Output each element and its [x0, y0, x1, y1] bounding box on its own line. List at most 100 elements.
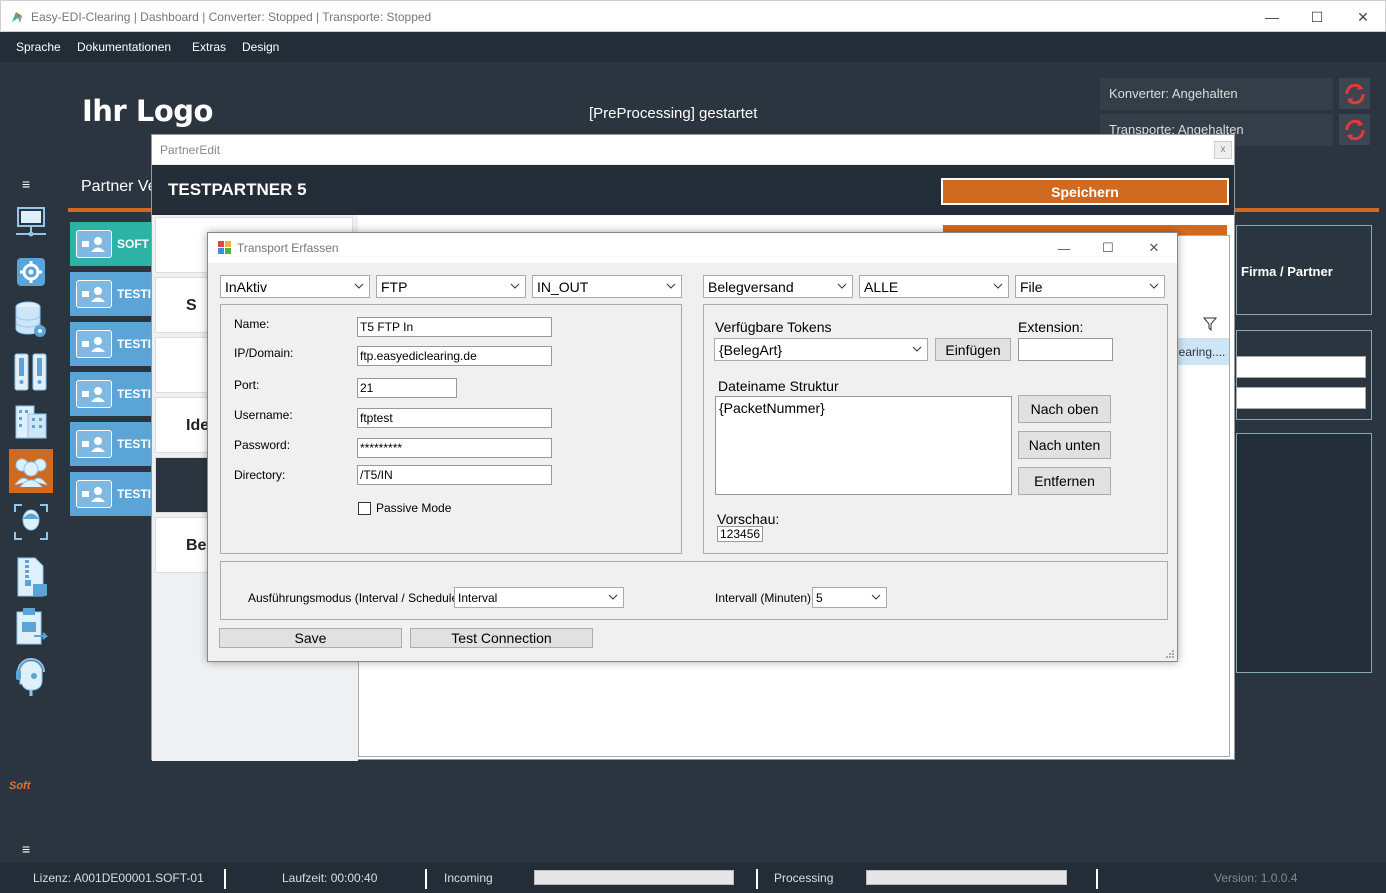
filename-structure-list[interactable]: {PacketNummer}: [715, 396, 1012, 495]
right-input-2[interactable]: [1236, 387, 1366, 409]
status-separator: [425, 869, 427, 889]
monitor-network-icon[interactable]: [9, 200, 53, 244]
connection-groupbox: Name: T5 FTP In IP/Domain: ftp.easyedicl…: [220, 304, 682, 554]
company-partner-label: Firma / Partner: [1241, 264, 1333, 279]
speichern-button[interactable]: Speichern: [941, 178, 1229, 205]
sidebar-toggle-icon[interactable]: ≡: [22, 176, 30, 192]
partner-list-item[interactable]: TESTI: [70, 472, 154, 516]
port-label: Port:: [234, 378, 260, 392]
transport-dialog-titlebar: Transport Erfassen — ☐ ✕: [208, 233, 1177, 263]
mode-select[interactable]: Interval: [454, 587, 624, 608]
doc-type-select-value: Belegversand: [708, 279, 794, 295]
close-button[interactable]: ✕: [1340, 1, 1386, 33]
transport-erfassen-dialog: Transport Erfassen — ☐ ✕ InAktiv FTP IN_…: [207, 232, 1178, 662]
partner-list-item[interactable]: TESTI: [70, 372, 154, 416]
chevron-down-icon: [354, 283, 364, 289]
tokens-select[interactable]: {BelegArt}: [714, 338, 928, 361]
runtime-text: Laufzeit: 00:00:40: [282, 871, 378, 885]
password-input[interactable]: *********: [357, 438, 552, 458]
ip-domain-input[interactable]: ftp.easyediclearing.de: [357, 346, 552, 366]
partner-list-item[interactable]: TESTI: [70, 272, 154, 316]
partner-list-item-label: TESTI: [117, 287, 152, 301]
tokens-select-value: {BelegArt}: [719, 342, 783, 358]
partner-list-item-label: TESTI: [117, 337, 152, 351]
partner-list-title: Partner Ve: [81, 178, 157, 195]
interval-label: Intervall (Minuten):: [715, 591, 815, 605]
menu-sprache[interactable]: Sprache: [16, 40, 61, 54]
face-scan-icon[interactable]: [9, 500, 53, 544]
protocol-select-value: FTP: [381, 279, 408, 295]
users-icon[interactable]: [9, 449, 53, 493]
minimize-button[interactable]: —: [1249, 1, 1295, 33]
extension-input[interactable]: [1018, 338, 1113, 361]
chevron-down-icon: [912, 346, 922, 352]
person-card-icon: [76, 380, 112, 408]
partner-list-item[interactable]: TESTI: [70, 322, 154, 366]
menu-design[interactable]: Design: [242, 40, 279, 54]
converter-refresh-button[interactable]: [1339, 78, 1370, 109]
direction-select[interactable]: IN_OUT: [532, 275, 682, 298]
processing-label: Processing: [774, 871, 834, 885]
partner-list-item[interactable]: TESTI: [70, 422, 154, 466]
dialog-maximize-button[interactable]: ☐: [1085, 233, 1131, 263]
binder-icon[interactable]: [9, 350, 53, 394]
building-icon[interactable]: [9, 400, 53, 444]
status-separator: [1096, 869, 1098, 889]
status-select[interactable]: InAktiv: [220, 275, 370, 298]
insert-token-button[interactable]: Einfügen: [935, 338, 1011, 361]
port-input[interactable]: 21: [357, 378, 457, 398]
test-connection-button[interactable]: Test Connection: [410, 628, 593, 648]
transport-refresh-button[interactable]: [1339, 114, 1370, 145]
person-card-icon: [76, 480, 112, 508]
tab-label: S: [186, 297, 197, 314]
right-input-1[interactable]: [1236, 356, 1366, 378]
refresh-icon: [1344, 83, 1365, 104]
partner-edit-close-button[interactable]: x: [1214, 141, 1232, 159]
password-label: Password:: [234, 438, 291, 452]
move-down-button[interactable]: Nach unten: [1018, 431, 1111, 459]
extension-label: Extension:: [1018, 319, 1084, 335]
logo-text: Ihr Logo: [82, 94, 213, 128]
sidebar-bottom-menu-icon[interactable]: ≡: [22, 841, 30, 857]
filename-groupbox: Verfügbare Tokens {BelegArt} Einfügen Ex…: [703, 304, 1168, 554]
chevron-down-icon: [666, 283, 676, 289]
grid-row[interactable]: learing....: [1172, 339, 1229, 365]
partner-list-item[interactable]: SOFT: [70, 222, 154, 266]
filter-icon[interactable]: [1203, 317, 1217, 331]
dialog-minimize-button[interactable]: —: [1041, 233, 1087, 263]
username-label: Username:: [234, 408, 293, 422]
interval-select[interactable]: 5: [812, 587, 887, 608]
scope-select[interactable]: ALLE: [859, 275, 1009, 298]
tab-label: Ide: [186, 417, 210, 434]
database-gear-icon[interactable]: [9, 298, 53, 342]
menu-bar: Sprache Dokumentationen Extras Design: [0, 32, 1386, 62]
chevron-down-icon: [993, 283, 1003, 289]
tokens-label: Verfügbare Tokens: [715, 319, 832, 335]
target-select[interactable]: File: [1015, 275, 1165, 298]
partner-edit-title: PartnerEdit: [160, 143, 221, 157]
resize-grip-icon[interactable]: [1165, 649, 1174, 658]
gear-icon[interactable]: [9, 250, 53, 294]
move-up-button[interactable]: Nach oben: [1018, 395, 1111, 423]
mode-select-value: Interval: [458, 591, 498, 605]
protocol-select[interactable]: FTP: [376, 275, 526, 298]
remove-button[interactable]: Entfernen: [1018, 467, 1111, 495]
processing-progress: [866, 870, 1067, 885]
person-card-icon: [76, 430, 112, 458]
menu-extras[interactable]: Extras: [192, 40, 226, 54]
name-input[interactable]: T5 FTP In: [357, 317, 552, 337]
target-select-value: File: [1020, 279, 1043, 295]
directory-input[interactable]: /T5/IN: [357, 465, 552, 485]
maximize-button[interactable]: ☐: [1294, 1, 1340, 33]
menu-dokumentationen[interactable]: Dokumentationen: [77, 40, 171, 54]
save-button[interactable]: Save: [219, 628, 402, 648]
username-input[interactable]: ftptest: [357, 408, 552, 428]
clipboard-transfer-icon[interactable]: [9, 605, 53, 649]
dialog-close-button[interactable]: ✕: [1131, 233, 1177, 263]
zip-file-icon[interactable]: [9, 555, 53, 599]
passive-mode-checkbox[interactable]: [358, 502, 371, 515]
doc-type-select[interactable]: Belegversand: [703, 275, 853, 298]
partner-list-item-label: SOFT: [117, 237, 149, 251]
window-titlebar: Easy-EDI-Clearing | Dashboard | Converte…: [0, 0, 1386, 32]
head-support-icon[interactable]: [9, 652, 53, 696]
